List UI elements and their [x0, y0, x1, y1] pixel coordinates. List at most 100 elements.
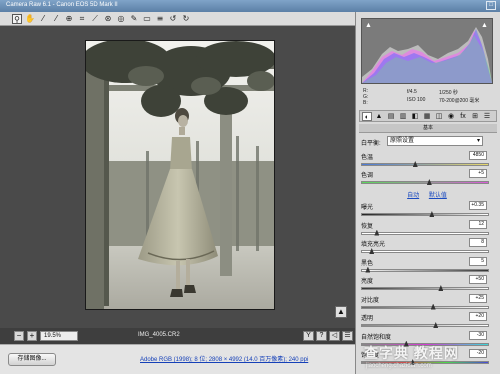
exposure-slider-track[interactable] — [361, 213, 489, 216]
panel-tab-6-icon[interactable]: ◫ — [434, 112, 444, 121]
fill-light-value-field[interactable]: 8 — [469, 238, 487, 247]
panel-tab-8-icon[interactable]: fx — [458, 112, 468, 121]
contrast-slider-row: 对比度 +25 — [361, 293, 493, 313]
rotate-right-tool-icon[interactable]: ↻ — [181, 14, 191, 24]
tint-value-field[interactable]: +5 — [469, 169, 487, 178]
toolbar: ⚲ ✋ ⁄ ⁄ ⊕ ⌗ ⟋ ⊛ ◎ ✎ ▭ ≡ ↺ ↻ — [0, 12, 355, 26]
adjustments-panel: ▲ ▲ R: G: B: f/4.5 1/250 秒 ISO 100 70-20… — [355, 12, 500, 374]
recovery-slider-track[interactable] — [361, 231, 489, 235]
vibrance-label: 自然饱和度 — [361, 334, 392, 341]
maximize-icon[interactable]: □ — [486, 1, 496, 10]
zoom-tool-icon[interactable]: ⚲ — [12, 14, 22, 24]
temperature-slider-track[interactable] — [361, 163, 489, 166]
exposure-slider-row: 曝光 +0.35 — [361, 201, 493, 220]
auto-default-row: 自动 默认值 — [361, 190, 493, 200]
panel-tab-2-icon[interactable]: ▤ — [386, 112, 396, 121]
clarity-value-field[interactable]: +20 — [469, 312, 487, 321]
highlight-clipping-icon[interactable]: ▲ — [481, 22, 489, 29]
file-name: IMG_4005.CR2 — [138, 332, 180, 338]
tint-slider-track[interactable] — [361, 181, 489, 184]
photo-image — [86, 41, 274, 309]
hand-tool-icon[interactable]: ✋ — [25, 14, 35, 24]
histogram: ▲ ▲ — [361, 18, 493, 84]
readout-shutter: 1/250 秒 — [439, 90, 458, 96]
readout-lens: 70-200@200 毫米 — [439, 98, 480, 104]
vibrance-value-field[interactable]: -30 — [469, 330, 487, 340]
window-title: Camera Raw 6.1 - Canon EOS 5D Mark II — [6, 2, 118, 8]
preview-back-button[interactable]: ◁ — [329, 331, 340, 341]
title-bar: Camera Raw 6.1 - Canon EOS 5D Mark II □ — [0, 0, 500, 12]
adjustment-brush-tool-icon[interactable]: ✎ — [129, 14, 139, 24]
preferences-tool-icon[interactable]: ≡ — [155, 14, 165, 24]
zoom-out-button[interactable]: − — [14, 331, 24, 341]
auto-link[interactable]: 自动 — [407, 193, 419, 199]
rotate-left-tool-icon[interactable]: ↺ — [168, 14, 178, 24]
graduated-filter-tool-icon[interactable]: ▭ — [142, 14, 152, 24]
blacks-label: 黑色 — [361, 260, 374, 267]
panel-tab-9-icon[interactable]: ⊞ — [470, 112, 480, 121]
watermark: 查字典 教程网 jiaocheng.chazidian.com — [364, 343, 498, 373]
clarity-slider-row: 透明 +20 — [361, 312, 493, 331]
panel-tab-4-icon[interactable]: ◧ — [410, 112, 420, 121]
fill-light-slider-row: 填充亮光 8 — [361, 238, 493, 257]
recovery-slider-row: 恢复 12 — [361, 219, 493, 239]
panel-tab-10-icon[interactable]: ☰ — [482, 112, 492, 121]
readout-aperture: f/4.5 — [407, 89, 417, 95]
panel-tab-0-icon[interactable]: ◐ — [362, 112, 372, 121]
tint-label: 色调 — [361, 173, 374, 179]
watermark-sub: jiaocheng.chazidian.com — [366, 363, 432, 369]
panel-tab-1-icon[interactable]: ▲ — [374, 112, 384, 121]
panel-tabs: ◐ ▲ ▤ ▥ ◧ ▦ ◫ ◉ fx ⊞ ☰ — [359, 110, 497, 122]
shadow-clipping-icon[interactable]: ▲ — [365, 22, 373, 29]
photo-preview[interactable] — [85, 40, 275, 310]
default-link[interactable]: 默认值 — [429, 193, 447, 199]
temperature-value-field[interactable]: 4850 — [469, 151, 487, 160]
exposure-label: 曝光 — [361, 205, 374, 211]
blacks-slider-track[interactable] — [361, 268, 489, 272]
readout-iso: ISO 100 — [407, 97, 426, 103]
brightness-slider-track[interactable] — [361, 287, 489, 290]
histogram-graph — [362, 27, 492, 83]
white-balance-select[interactable]: 原照设置 ▾ — [387, 136, 483, 146]
red-eye-tool-icon[interactable]: ◎ — [116, 14, 126, 24]
workflow-options-link[interactable]: Adobe RGB (1998); 8 位; 2808 × 4992 (14.0… — [140, 354, 308, 363]
color-sampler-tool-icon[interactable]: ⁄ — [51, 14, 61, 24]
fill-light-label: 填充亮光 — [361, 242, 386, 248]
contrast-slider-track[interactable] — [361, 305, 489, 309]
zoom-level-select[interactable]: 19.5% — [40, 331, 78, 341]
contrast-value-field[interactable]: +25 — [469, 293, 487, 303]
brightness-label: 亮度 — [361, 279, 374, 285]
expand-panel-button[interactable]: ▲ — [335, 306, 347, 318]
chevron-down-icon: ▾ — [476, 138, 480, 144]
white-balance-tool-icon[interactable]: ⁄ — [38, 14, 48, 24]
panel-tab-3-icon[interactable]: ▥ — [398, 112, 408, 121]
preview-help-button[interactable]: ? — [316, 331, 327, 341]
exposure-value-field[interactable]: +0.35 — [469, 201, 487, 210]
clarity-slider-track[interactable] — [361, 324, 489, 327]
spot-removal-tool-icon[interactable]: ⊛ — [103, 14, 113, 24]
fill-light-slider-track[interactable] — [361, 250, 489, 253]
brightness-value-field[interactable]: +50 — [469, 275, 487, 284]
save-image-button[interactable]: 存储图像... — [8, 353, 56, 366]
contrast-label: 对比度 — [361, 297, 380, 304]
temperature-label: 色温 — [361, 155, 374, 161]
clarity-label: 透明 — [361, 316, 374, 322]
preview-status-bar: − + 19.5% IMG_4005.CR2 Y ? ◁ ☰ — [0, 328, 355, 344]
preview-menu-button[interactable]: ☰ — [342, 331, 353, 341]
panel-tab-5-icon[interactable]: ▦ — [422, 112, 432, 121]
recovery-label: 恢复 — [361, 223, 374, 230]
blacks-value-field[interactable]: 5 — [469, 256, 487, 266]
zoom-in-button[interactable]: + — [27, 331, 37, 341]
white-balance-label: 白平衡: — [361, 141, 381, 147]
preview-toggle-y-button[interactable]: Y — [303, 331, 314, 341]
image-preview-area: ▲ — [0, 26, 355, 328]
temperature-slider-row: 色温 4850 — [361, 151, 493, 170]
section-title: 基本 — [359, 124, 497, 133]
crop-tool-icon[interactable]: ⌗ — [77, 14, 87, 24]
recovery-value-field[interactable]: 12 — [469, 219, 487, 229]
watermark-main: 查字典 教程网 — [364, 345, 459, 361]
targeted-adjustment-tool-icon[interactable]: ⊕ — [64, 14, 74, 24]
panel-tab-7-icon[interactable]: ◉ — [446, 112, 456, 121]
camera-readout: R: G: B: f/4.5 1/250 秒 ISO 100 70-200@20… — [361, 86, 493, 108]
straighten-tool-icon[interactable]: ⟋ — [90, 14, 100, 24]
